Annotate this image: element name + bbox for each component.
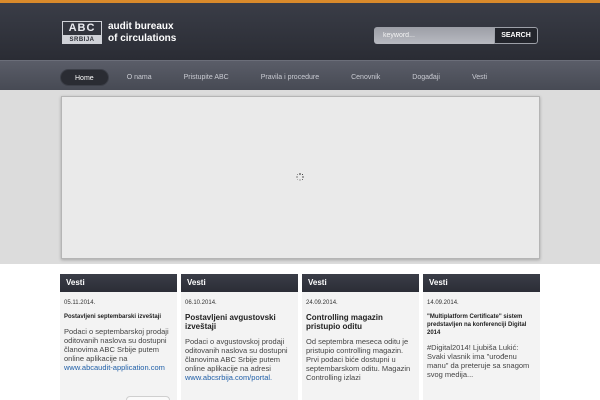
news-date: 06.10.2014. [185,300,217,306]
site-header: ABC SRBIJA audit bureaux of circulations… [0,0,600,60]
nav-item-dogadjaji[interactable]: Događaji [398,69,454,86]
nav-item-pravila-i-procedure[interactable]: Pravila i procedure [247,69,333,86]
nav-item-o-nama[interactable]: O nama [113,69,166,86]
news-excerpt-link[interactable]: www.abcaudit-application.com [64,363,165,372]
news-date: 24.09.2014. [306,300,338,306]
news-excerpt: Od septembra meseca oditu je pristupio c… [306,337,411,382]
spinner-icon [296,173,304,181]
news-date: 14.09.2014. [427,300,459,306]
logo-abc-text: ABC [62,21,102,36]
news-excerpt-link[interactable]: www.abcsrbija.com/portal. [185,373,272,382]
news-title-link[interactable]: "Multiplatform Certificate" sistem preds… [427,313,536,337]
news-column-3: Vesti 24.09.2014. Controlling magazin pr… [302,274,419,400]
search-input[interactable] [374,27,494,44]
read-more-tab[interactable] [126,396,170,400]
news-column-4: Vesti 14.09.2014. "Multiplatform Certifi… [423,274,540,400]
news-column-heading: Vesti [302,274,419,292]
news-date: 05.11.2014. [64,300,96,306]
nav-item-vesti[interactable]: Vesti [458,69,501,86]
site-title-line2: of circulations [108,33,177,44]
logo[interactable]: ABC SRBIJA audit bureaux of circulations [62,21,176,45]
search-form: SEARCH [374,27,538,44]
site-title-line1: audit bureaux [108,21,174,32]
news-title-link[interactable]: Postavljeni avgustovski izveštaji [185,313,294,331]
news-title-link[interactable]: Postavljeni septembarski izveštaji [64,313,173,321]
main-nav: Home O nama Pristupite ABC Pravila i pro… [60,69,505,86]
news-column-2: Vesti 06.10.2014. Postavljeni avgustovsk… [181,274,298,400]
abc-logo-mark: ABC SRBIJA [62,21,102,45]
news-excerpt-text: Podaci o septembarskoj prodaji oditovani… [64,327,169,363]
news-column-heading: Vesti [181,274,298,292]
news-excerpt: Podaci o septembarskoj prodaji oditovani… [64,327,173,372]
news-column-body: 24.09.2014. Controlling magazin pristupi… [302,292,419,400]
news-column-heading: Vesti [60,274,177,292]
news-column-body: 05.11.2014. Postavljeni septembarski izv… [60,292,177,400]
news-column-body: 06.10.2014. Postavljeni avgustovski izve… [181,292,298,400]
search-button[interactable]: SEARCH [494,27,538,44]
main-nav-bar: Home O nama Pristupite ABC Pravila i pro… [0,60,600,90]
news-column-heading: Vesti [423,274,540,292]
news-excerpt-text: Podaci o avgustovskoj prodaji oditovanih… [185,337,288,373]
news-column-body: 14.09.2014. "Multiplatform Certificate" … [423,292,540,400]
logo-srbija-text: SRBIJA [62,36,102,44]
nav-item-home[interactable]: Home [60,69,109,86]
nav-item-cenovnik[interactable]: Cenovnik [337,69,394,86]
nav-item-pristupite-abc[interactable]: Pristupite ABC [170,69,243,86]
news-excerpt: #Digital2014! Ljubiša Lukić: Svaki vlasn… [427,343,530,379]
news-title-link[interactable]: Controlling magazin pristupio oditu [306,313,415,331]
news-column-1: Vesti 05.11.2014. Postavljeni septembars… [60,274,177,400]
news-excerpt: Podaci o avgustovskoj prodaji oditovanih… [185,337,294,382]
site-title: audit bureaux of circulations [108,21,176,45]
